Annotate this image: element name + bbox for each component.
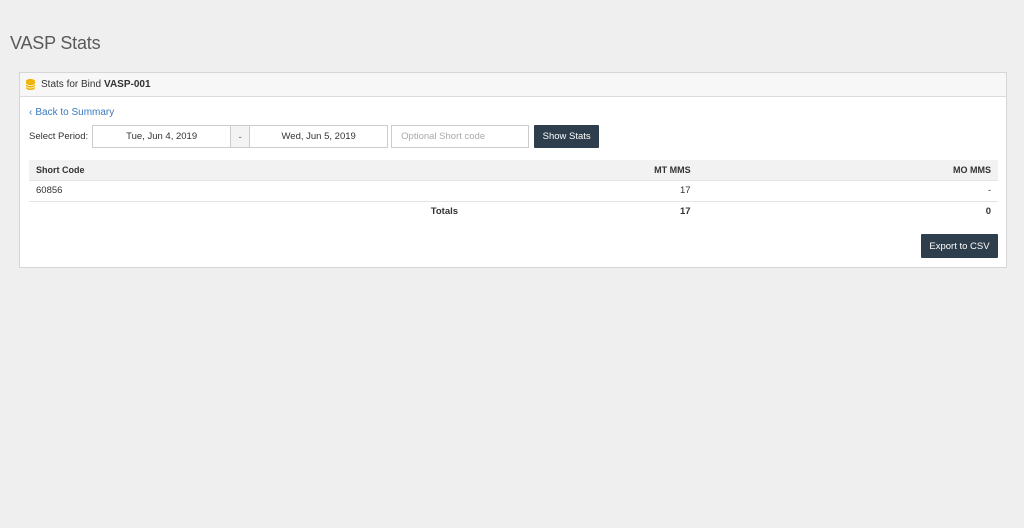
export-csv-button[interactable]: Export to CSV xyxy=(921,234,998,258)
show-stats-button[interactable]: Show Stats xyxy=(534,125,600,148)
cell-short-code: 60856 xyxy=(29,179,466,201)
bind-name: VASP-001 xyxy=(104,79,151,90)
column-header-short-code[interactable]: Short Code xyxy=(29,160,466,180)
back-link-label: Back to Summary xyxy=(35,107,115,118)
period-selector: Select Period: - Show Stats xyxy=(29,125,600,148)
stats-table: Short Code MT MMS MO MMS 60856 17 - Tota… xyxy=(29,160,998,222)
page-title: VASP Stats xyxy=(10,33,101,53)
table-header-row: Short Code MT MMS MO MMS xyxy=(29,160,998,180)
start-date-input[interactable] xyxy=(93,126,231,147)
short-code-input[interactable] xyxy=(391,125,530,148)
cell-mo-mms: - xyxy=(697,179,998,201)
date-separator: - xyxy=(230,126,251,147)
cell-mt-mms: 17 xyxy=(465,179,698,201)
column-header-mt-mms[interactable]: MT MMS xyxy=(465,160,698,180)
panel-heading-prefix: Stats for Bind xyxy=(41,79,102,90)
database-icon xyxy=(26,79,35,90)
period-label: Select Period: xyxy=(29,131,89,142)
totals-mt-mms: 17 xyxy=(465,200,698,222)
totals-label: Totals xyxy=(29,200,466,222)
back-to-summary-link[interactable]: ‹ Back to Summary xyxy=(29,107,114,118)
panel-heading: Stats for Bind VASP-001 xyxy=(20,73,1006,97)
date-range-group: - xyxy=(92,125,389,148)
totals-row: Totals 17 0 xyxy=(29,200,998,222)
table-row: 60856 17 - xyxy=(29,179,998,201)
stats-panel: Stats for Bind VASP-001 ‹ Back to Summary… xyxy=(19,72,1007,268)
totals-mo-mms: 0 xyxy=(697,200,998,222)
chevron-left-icon: ‹ xyxy=(29,107,33,118)
end-date-input[interactable] xyxy=(250,126,388,147)
column-header-mo-mms[interactable]: MO MMS xyxy=(697,160,998,180)
